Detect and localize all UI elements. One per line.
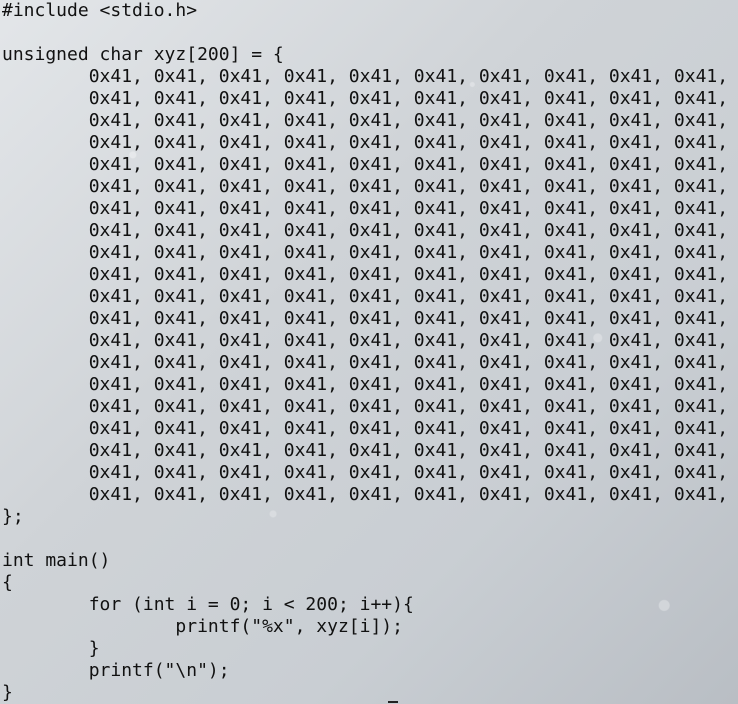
code-line-array-row: 0x41, 0x41, 0x41, 0x41, 0x41, 0x41, 0x41… bbox=[2, 176, 729, 197]
code-line-printf-hex: printf("%x", xyz[i]); bbox=[2, 616, 403, 637]
code-line-array-decl: unsigned char xyz[200] = { bbox=[2, 44, 284, 65]
code-line-array-row: 0x41, 0x41, 0x41, 0x41, 0x41, 0x41, 0x41… bbox=[2, 66, 729, 87]
code-line-main-open: { bbox=[2, 572, 13, 593]
code-line-array-row: 0x41, 0x41, 0x41, 0x41, 0x41, 0x41, 0x41… bbox=[2, 484, 729, 505]
text-cursor bbox=[388, 701, 398, 703]
code-line-array-row: 0x41, 0x41, 0x41, 0x41, 0x41, 0x41, 0x41… bbox=[2, 396, 729, 417]
code-line-array-row: 0x41, 0x41, 0x41, 0x41, 0x41, 0x41, 0x41… bbox=[2, 286, 729, 307]
code-line-array-row: 0x41, 0x41, 0x41, 0x41, 0x41, 0x41, 0x41… bbox=[2, 242, 729, 263]
code-line-main-decl: int main() bbox=[2, 550, 111, 571]
code-line-array-row: 0x41, 0x41, 0x41, 0x41, 0x41, 0x41, 0x41… bbox=[2, 440, 729, 461]
code-line-array-row: 0x41, 0x41, 0x41, 0x41, 0x41, 0x41, 0x41… bbox=[2, 110, 729, 131]
code-line-array-close: }; bbox=[2, 506, 24, 527]
code-line-array-row: 0x41, 0x41, 0x41, 0x41, 0x41, 0x41, 0x41… bbox=[2, 352, 729, 373]
code-line-array-row: 0x41, 0x41, 0x41, 0x41, 0x41, 0x41, 0x41… bbox=[2, 154, 729, 175]
code-line-array-row: 0x41, 0x41, 0x41, 0x41, 0x41, 0x41, 0x41… bbox=[2, 418, 729, 439]
code-line-array-row: 0x41, 0x41, 0x41, 0x41, 0x41, 0x41, 0x41… bbox=[2, 374, 729, 395]
code-line-array-row: 0x41, 0x41, 0x41, 0x41, 0x41, 0x41, 0x41… bbox=[2, 220, 729, 241]
code-line-array-row: 0x41, 0x41, 0x41, 0x41, 0x41, 0x41, 0x41… bbox=[2, 330, 729, 351]
code-line-printf-newline: printf("\n"); bbox=[2, 660, 230, 681]
code-line-loop-close: } bbox=[2, 638, 100, 659]
code-line-array-row: 0x41, 0x41, 0x41, 0x41, 0x41, 0x41, 0x41… bbox=[2, 308, 729, 329]
code-line-array-row: 0x41, 0x41, 0x41, 0x41, 0x41, 0x41, 0x41… bbox=[2, 198, 729, 219]
code-line-for-loop: for (int i = 0; i < 200; i++){ bbox=[2, 594, 414, 615]
code-line-array-row: 0x41, 0x41, 0x41, 0x41, 0x41, 0x41, 0x41… bbox=[2, 132, 729, 153]
code-line-include: #include <stdio.h> bbox=[2, 0, 198, 21]
code-line-array-row: 0x41, 0x41, 0x41, 0x41, 0x41, 0x41, 0x41… bbox=[2, 462, 729, 483]
code-line-array-row: 0x41, 0x41, 0x41, 0x41, 0x41, 0x41, 0x41… bbox=[2, 264, 729, 285]
code-editor[interactable]: #include <stdio.h> unsigned char xyz[200… bbox=[2, 0, 738, 704]
code-line-main-close: } bbox=[2, 682, 13, 703]
code-line-array-row: 0x41, 0x41, 0x41, 0x41, 0x41, 0x41, 0x41… bbox=[2, 88, 729, 109]
